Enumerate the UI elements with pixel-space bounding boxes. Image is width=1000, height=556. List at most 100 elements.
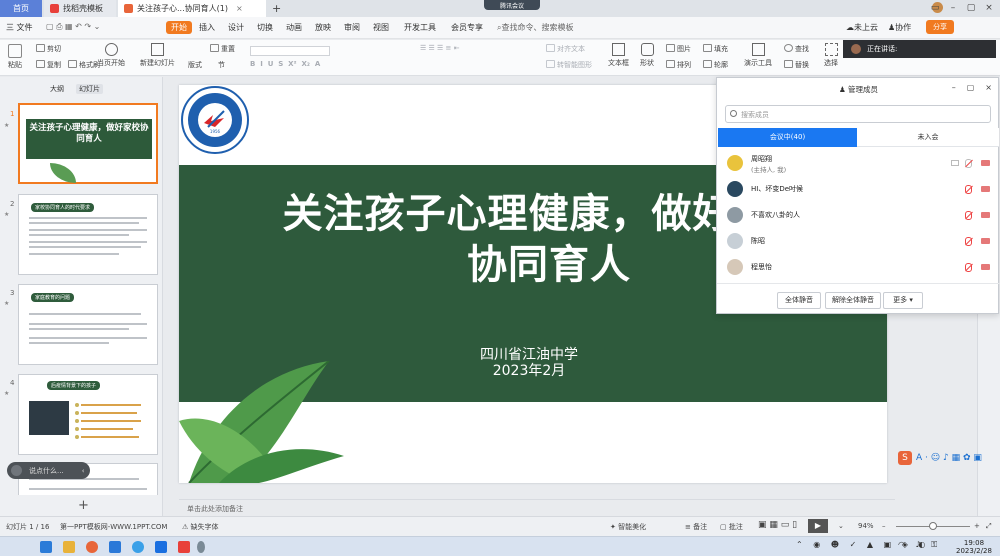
slide-date[interactable]: 2023年2月	[429, 360, 629, 380]
wps-icon[interactable]	[178, 541, 190, 553]
minimize-icon[interactable]: –	[952, 83, 956, 92]
menu-view[interactable]: 视图	[373, 22, 389, 33]
menu-animation[interactable]: 动画	[286, 22, 302, 33]
unmute-all-button[interactable]: 解除全体静音	[825, 292, 881, 309]
member-search-input[interactable]: 搜索成员	[725, 105, 991, 123]
maximize-icon[interactable]: ▢	[967, 83, 975, 92]
slide-thumbnail-2[interactable]: 家校协同育人的时代要求	[18, 194, 158, 275]
more-button[interactable]: 更多 ▾	[883, 292, 923, 309]
menu-review[interactable]: 审阅	[344, 22, 360, 33]
close-window-icon[interactable]: ×	[982, 2, 996, 14]
arrange-button[interactable]: 排列	[666, 60, 691, 70]
quick-access-icons[interactable]: ▢ ⎙ ▦ ↶ ↷ ⌄	[46, 22, 100, 32]
new-tab-button[interactable]: +	[272, 2, 281, 15]
menu-transition[interactable]: 切换	[257, 22, 273, 33]
collapse-arrow-icon[interactable]: ‹	[82, 467, 85, 475]
outline-button[interactable]: 轮廓	[703, 60, 728, 70]
font-name-select[interactable]	[250, 46, 330, 56]
close-tab-icon[interactable]: ×	[236, 4, 243, 13]
reset-button[interactable]: 重置	[210, 44, 235, 54]
share-button[interactable]: 分享	[926, 20, 954, 34]
feishu-icon[interactable]	[109, 541, 121, 553]
find-button[interactable]: 查找	[784, 44, 809, 54]
cut-button[interactable]: 剪切	[36, 44, 61, 54]
network-volume-icons[interactable]: ◠ ♪ ⚿	[898, 540, 941, 550]
menu-start[interactable]: 开始	[166, 21, 192, 34]
select-button[interactable]: 选择	[824, 43, 838, 68]
close-icon[interactable]: ×	[985, 83, 992, 92]
zoom-dropdown-icon[interactable]: ⌄	[838, 522, 844, 530]
notes-toggle[interactable]: ≡ 备注	[685, 522, 707, 532]
tab-slides[interactable]: 幻灯片	[76, 84, 103, 94]
mic-muted-icon[interactable]	[965, 237, 972, 246]
font-style-buttons[interactable]: B I U S X² X₂ A	[250, 60, 320, 68]
menu-insert[interactable]: 插入	[199, 22, 215, 33]
maximize-icon[interactable]: ▢	[964, 2, 978, 14]
picture-button[interactable]: 图片	[666, 44, 691, 54]
slide-thumbnail-3[interactable]: 家庭教育的问题	[18, 284, 158, 365]
tencent-meeting-icon[interactable]	[155, 541, 167, 553]
convert-smartart-button[interactable]: 转智能图形	[546, 60, 592, 70]
camera-off-icon[interactable]	[981, 264, 990, 270]
smart-beautify-button[interactable]: ✦ 智能美化	[610, 522, 646, 532]
mute-all-button[interactable]: 全体静音	[777, 292, 821, 309]
replace-button[interactable]: 替换	[784, 60, 809, 70]
mic-muted-icon[interactable]	[965, 263, 972, 272]
camera-off-icon[interactable]	[981, 212, 990, 218]
tab-in-meeting[interactable]: 会议中(40)	[718, 128, 857, 147]
camera-off-icon[interactable]	[981, 238, 990, 244]
browser-icon[interactable]	[132, 541, 144, 553]
zoom-out-icon[interactable]: –	[882, 522, 886, 530]
slide-thumbnail-1[interactable]: 关注孩子心理健康，做好家校协同育人	[18, 103, 158, 184]
slide-thumbnail-4[interactable]: 后疫情背景下的孩子	[18, 374, 158, 455]
member-row[interactable]: 陈昭	[725, 229, 993, 255]
collab-button[interactable]: ♟协作	[888, 22, 911, 33]
window-layout-icon[interactable]: ▭	[928, 2, 942, 14]
add-slide-button[interactable]: +	[78, 498, 89, 513]
member-row[interactable]: 不喜欢八卦的人	[725, 203, 993, 229]
format-painter-button[interactable]: 格式刷	[68, 60, 100, 70]
mic-muted-icon[interactable]	[965, 185, 972, 194]
menu-slideshow[interactable]: 放映	[315, 22, 331, 33]
zoom-level[interactable]: 94%	[858, 522, 874, 530]
tab-document[interactable]: 关注孩子心...协同育人(1) ×	[118, 0, 266, 17]
new-slide-button[interactable]: 新建幻灯片	[140, 43, 175, 68]
windows-start-icon[interactable]	[40, 541, 52, 553]
text-direction-button[interactable]: 对齐文本	[546, 44, 585, 54]
member-row[interactable]: HI、坏变De吋候	[725, 177, 993, 203]
clock[interactable]: 19:08 2023/2/28	[956, 539, 992, 555]
file-explorer-icon[interactable]	[63, 541, 75, 553]
play-slideshow-button[interactable]: ▶	[808, 519, 828, 533]
camera-off-icon[interactable]	[981, 160, 990, 166]
zoom-in-icon[interactable]: +	[974, 522, 980, 530]
notes-area[interactable]: 单击此处添加备注	[179, 499, 895, 515]
tab-home[interactable]: 首页	[0, 0, 42, 17]
copy-button[interactable]: 复制	[36, 60, 61, 70]
meeting-indicator[interactable]: 腾讯会议	[484, 0, 540, 10]
cloud-status[interactable]: ☁未上云	[846, 22, 878, 33]
menu-design[interactable]: 设计	[228, 22, 244, 33]
comment-float-bar[interactable]: 说点什么... ‹	[7, 462, 90, 479]
view-mode-buttons[interactable]: ▣ ▦ ▭ ▯	[758, 520, 797, 530]
app-icon[interactable]	[197, 541, 205, 553]
mic-muted-icon[interactable]	[965, 211, 972, 220]
tab-template[interactable]: 找稻壳模板	[44, 0, 116, 17]
textbox-button[interactable]: 文本框	[608, 43, 629, 68]
member-row[interactable]: 周昭翔 (主持人, 我)	[725, 151, 993, 177]
section-button[interactable]: 节	[218, 60, 225, 70]
shape-button[interactable]: 形状	[640, 43, 654, 68]
layout-button[interactable]: 版式	[188, 60, 202, 70]
play-from-current-button[interactable]: 当页开始	[97, 43, 125, 68]
tab-outline[interactable]: 大纲	[50, 84, 64, 94]
menu-member[interactable]: 会员专享	[451, 22, 483, 33]
missing-font-button[interactable]: ⚠ 缺失字体	[182, 522, 219, 532]
member-row[interactable]: 程思怡	[725, 255, 993, 281]
firefox-icon[interactable]	[86, 541, 98, 553]
command-search[interactable]: ⌕查找命令、搜索模板	[497, 22, 573, 33]
ime-toolbar[interactable]: S A · ☺ ♪ ▦ ✿ ▣	[898, 451, 996, 465]
minimize-icon[interactable]: –	[946, 2, 960, 14]
fill-button[interactable]: 填充	[703, 44, 728, 54]
mic-muted-icon[interactable]	[965, 159, 972, 168]
zoom-slider-handle[interactable]	[929, 522, 937, 530]
file-menu[interactable]: 三 文件	[6, 22, 33, 33]
